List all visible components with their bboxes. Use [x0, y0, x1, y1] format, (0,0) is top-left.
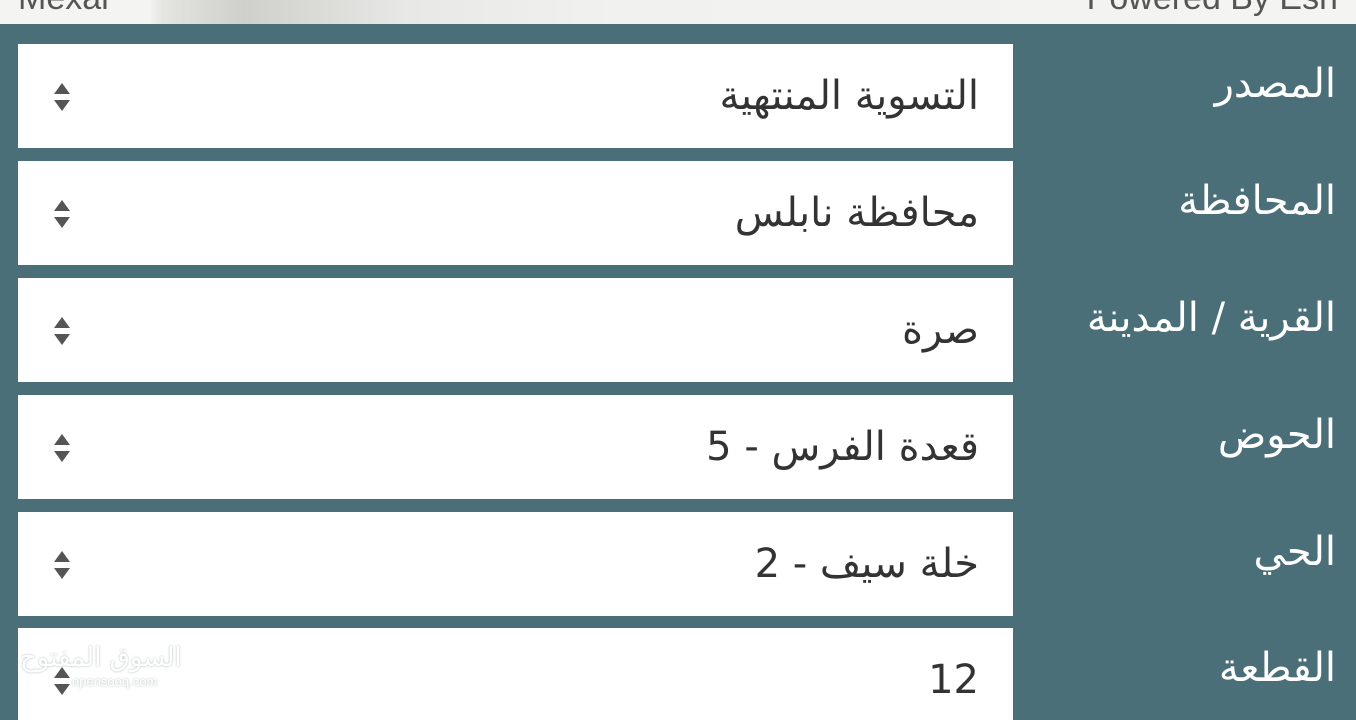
governorate-select-value: محافظة نابلس: [734, 190, 979, 236]
governorate-select[interactable]: محافظة نابلس: [18, 161, 1013, 265]
watermark-arabic-text: السوق المفتوح: [20, 643, 182, 673]
form-row-neighborhood: خلة سيف - 2 الحي: [0, 512, 1356, 616]
source-label: المصدر: [1214, 61, 1336, 107]
form-row-source: التسوية المنتهية المصدر: [0, 44, 1356, 148]
governorate-label: المحافظة: [1178, 178, 1336, 224]
form-row-basin: قعدة الفرس - 5 الحوض: [0, 395, 1356, 499]
source-select[interactable]: التسوية المنتهية: [18, 44, 1013, 148]
up-down-arrows-icon: [54, 434, 70, 462]
village-city-label: القرية / المدينة: [1086, 295, 1336, 341]
source-select-value: التسوية المنتهية: [719, 73, 979, 119]
brand-text: Mexar: [18, 0, 112, 18]
neighborhood-select-value: خلة سيف - 2: [754, 541, 979, 587]
powered-by-text: Powered By Esri: [1087, 0, 1338, 18]
parcel-label: القطعة: [1218, 645, 1336, 691]
watermark-latin-text: opensooq.com: [72, 674, 158, 689]
neighborhood-select[interactable]: خلة سيف - 2: [18, 512, 1013, 616]
up-down-arrows-icon: [54, 83, 70, 111]
parcel-select-value: 12: [928, 657, 979, 703]
form-row-parcel: 12 القطعة: [0, 628, 1356, 720]
basin-select[interactable]: قعدة الفرس - 5: [18, 395, 1013, 499]
neighborhood-label: الحي: [1253, 529, 1336, 575]
basin-select-value: قعدة الفرس - 5: [706, 424, 979, 470]
top-bar: Mexar Powered By Esri: [0, 0, 1356, 24]
form-row-governorate: محافظة نابلس المحافظة: [0, 161, 1356, 265]
village-city-select[interactable]: صرة: [18, 278, 1013, 382]
up-down-arrows-icon: [54, 551, 70, 579]
form-row-village-city: صرة القرية / المدينة: [0, 278, 1356, 382]
opensooq-watermark: السوق المفتوح opensooq.com: [20, 642, 182, 702]
up-down-arrows-icon: [54, 200, 70, 228]
basin-label: الحوض: [1217, 412, 1336, 458]
up-down-arrows-icon: [54, 317, 70, 345]
parcel-query-panel: Mexar Powered By Esri التسوية المنتهية ا…: [0, 0, 1356, 720]
village-city-select-value: صرة: [902, 307, 979, 353]
